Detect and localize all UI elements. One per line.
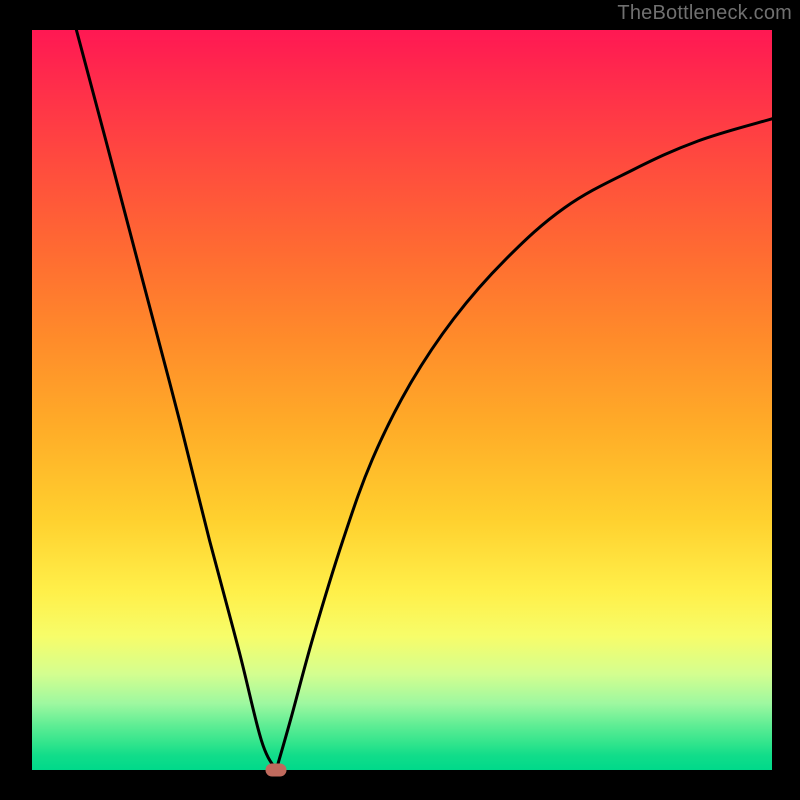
minimum-marker: [266, 764, 287, 777]
chart-frame: TheBottleneck.com: [0, 0, 800, 800]
left-branch-curve: [76, 30, 276, 770]
watermark-text: TheBottleneck.com: [617, 2, 792, 25]
plot-area: [32, 30, 772, 770]
curve-layer: [32, 30, 772, 770]
right-branch-curve: [276, 119, 772, 770]
